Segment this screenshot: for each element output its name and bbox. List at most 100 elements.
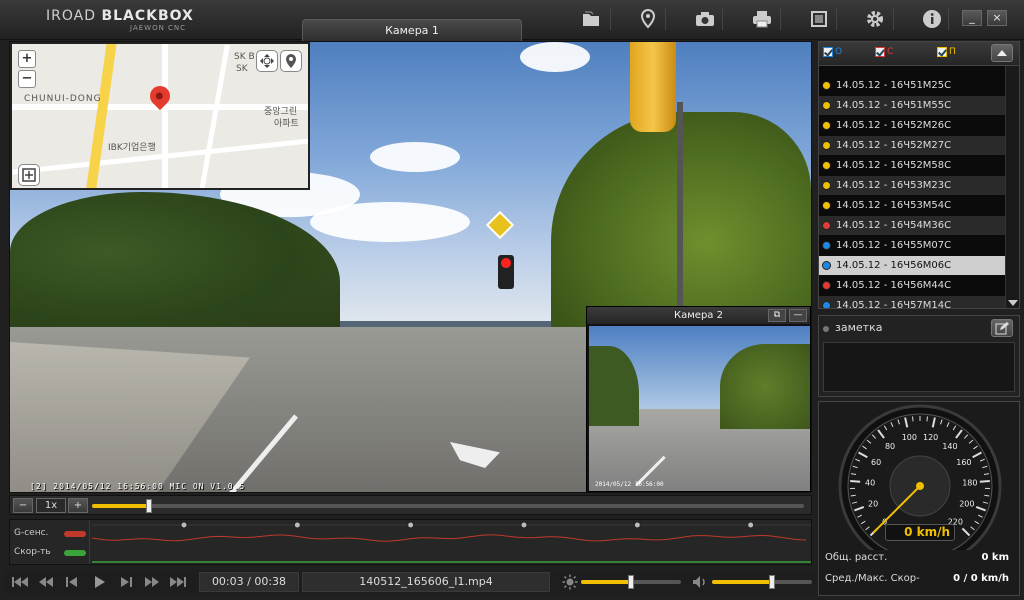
file-type-dot-icon xyxy=(822,181,831,190)
rewind-fast-icon[interactable] xyxy=(36,573,56,591)
video-cloud xyxy=(310,202,470,242)
gauge-tick-label: 140 xyxy=(942,442,957,451)
settings-icon[interactable] xyxy=(864,8,886,30)
graph-event-marker[interactable] xyxy=(293,521,301,529)
total-distance-value: 0 km xyxy=(981,552,1009,563)
brightness-icon xyxy=(560,573,580,591)
seek-slider-thumb[interactable] xyxy=(145,499,152,513)
forward-fast-icon[interactable] xyxy=(142,573,162,591)
gauge-tick-label: 120 xyxy=(923,433,938,442)
seek-slider[interactable] xyxy=(92,499,804,513)
brightness-slider-thumb[interactable] xyxy=(628,575,634,589)
filter-normal[interactable]: O xyxy=(823,47,842,57)
file-type-dot-icon xyxy=(822,281,831,290)
file-list-item[interactable]: 14.05.12 - 16Ч52M27C xyxy=(819,136,1005,155)
graph-event-marker[interactable] xyxy=(520,521,528,529)
file-list-item[interactable]: 14.05.12 - 16Ч51M25C xyxy=(819,76,1005,95)
playback-speed-label: 1x xyxy=(36,498,66,513)
file-list-item[interactable]: 14.05.12 - 16Ч56M44C xyxy=(819,276,1005,295)
speed-readout: 0 km/h xyxy=(885,524,955,541)
map-street xyxy=(162,44,168,188)
file-type-dot-icon xyxy=(822,101,831,110)
close-button[interactable]: × xyxy=(987,10,1007,26)
file-list-item[interactable]: 14.05.12 - 16Ч55M07C xyxy=(819,236,1005,255)
avg-max-speed-row: Сред./Макс. Скор- 0 / 0 km/h xyxy=(825,573,1015,584)
map-zoom-out-button[interactable]: − xyxy=(18,70,36,88)
total-distance-label: Общ. расст. xyxy=(825,552,888,563)
needle-hub xyxy=(916,482,924,490)
folder-icon[interactable] xyxy=(580,8,602,30)
fullscreen-icon[interactable] xyxy=(808,8,830,30)
file-list[interactable]: 14.05.12 - 16Ч51M25C 14.05.12 - 16Ч51M55C… xyxy=(819,76,1005,308)
graph-plot[interactable] xyxy=(92,520,811,564)
file-list-item-label: 14.05.12 - 16Ч52M27C xyxy=(836,140,952,151)
graph-event-marker[interactable] xyxy=(180,521,188,529)
filter-event-checkbox[interactable] xyxy=(875,47,885,57)
file-type-dot-icon xyxy=(822,121,831,130)
minimize-button[interactable]: _ xyxy=(962,10,982,26)
filter-normal-checkbox[interactable] xyxy=(823,47,833,57)
app-window: IROAD BLACKBOX JAEWON CNC Камера 1 _ × [… xyxy=(0,0,1024,600)
speed-increase-button[interactable]: + xyxy=(68,498,88,513)
file-list-item-label: 14.05.12 - 16Ч51M55C xyxy=(836,100,952,111)
volume-slider-thumb[interactable] xyxy=(769,575,775,589)
video-cloud xyxy=(370,142,460,172)
file-list-item[interactable]: 14.05.12 - 16Ч57M14C xyxy=(819,296,1005,308)
map-zoom-in-button[interactable]: + xyxy=(18,50,36,68)
file-list-item[interactable]: 14.05.12 - 16Ч56M06C xyxy=(819,256,1005,275)
map-panel[interactable]: CHUNUI-DONG SK B SK IBK기업은행 중앙그린 아파트 + − xyxy=(10,42,310,190)
step-back-icon[interactable] xyxy=(62,573,82,591)
brightness-slider[interactable] xyxy=(581,575,681,589)
camera-2-minimize-button[interactable]: — xyxy=(789,309,807,322)
step-forward-icon[interactable] xyxy=(116,573,136,591)
file-list-scrollbar[interactable] xyxy=(1005,66,1019,308)
graph-event-marker[interactable] xyxy=(747,521,755,529)
map-label-bank: IBK기업은행 xyxy=(108,143,156,153)
note-textarea[interactable] xyxy=(823,342,1015,392)
info-icon[interactable] xyxy=(921,8,943,30)
collapse-list-button[interactable] xyxy=(991,44,1013,62)
volume-slider[interactable] xyxy=(712,575,812,589)
file-list-item-label: 14.05.12 - 16Ч52M26C xyxy=(836,120,952,131)
toolbar-divider xyxy=(665,8,666,30)
filter-parking-checkbox[interactable] xyxy=(937,47,947,57)
volume-fill xyxy=(712,580,772,584)
volume-icon[interactable] xyxy=(690,573,710,591)
toolbar-divider xyxy=(836,8,837,30)
skip-start-icon[interactable] xyxy=(10,573,30,591)
map-pin-icon[interactable] xyxy=(637,8,659,30)
map-locate-button[interactable] xyxy=(280,50,302,72)
file-list-item[interactable]: 14.05.12 - 16Ч54M36C xyxy=(819,216,1005,235)
gauge-tick-label: 160 xyxy=(956,458,971,467)
file-list-item[interactable]: 14.05.12 - 16Ч51M55C xyxy=(819,96,1005,115)
map-pan-button[interactable] xyxy=(256,50,278,72)
file-list-item[interactable]: 14.05.12 - 16Ч53M23C xyxy=(819,176,1005,195)
camera-2-video[interactable]: 2014/05/12 16:56:00 xyxy=(589,326,810,491)
expand-icon xyxy=(22,168,36,182)
edit-pencil-icon xyxy=(995,322,1009,335)
graph-event-marker[interactable] xyxy=(407,521,415,529)
filter-event[interactable]: C xyxy=(875,47,893,57)
file-type-dot-icon xyxy=(822,81,831,90)
filter-parking[interactable]: П xyxy=(937,47,956,57)
scroll-down-arrow-icon[interactable] xyxy=(1008,300,1018,306)
file-list-item-label: 14.05.12 - 16Ч51M25C xyxy=(836,80,952,91)
camera-2-restore-button[interactable]: ⧉ xyxy=(768,309,786,322)
sensor-graph[interactable]: G-сенс. Скор-ть xyxy=(9,519,812,565)
skip-end-icon[interactable] xyxy=(168,573,188,591)
file-list-item[interactable]: 14.05.12 - 16Ч53M54C xyxy=(819,196,1005,215)
camera-2-panel[interactable]: Камера 2 ⧉ — 2014/05/12 16:56:00 xyxy=(586,306,811,492)
file-list-item[interactable]: 14.05.12 - 16Ч52M26C xyxy=(819,116,1005,135)
map-expand-button[interactable] xyxy=(18,164,40,186)
file-list-item[interactable]: 14.05.12 - 16Ч52M58C xyxy=(819,156,1005,175)
print-icon[interactable] xyxy=(751,8,773,30)
note-edit-button[interactable] xyxy=(991,319,1013,337)
file-name-display: 140512_165606_I1.mp4 xyxy=(302,572,550,592)
speed-decrease-button[interactable]: − xyxy=(13,498,33,513)
file-type-dot-icon xyxy=(822,241,831,250)
tab-camera-1[interactable]: Камера 1 xyxy=(302,19,522,41)
play-icon[interactable] xyxy=(90,573,110,591)
camera-icon[interactable] xyxy=(694,8,716,30)
graph-event-marker[interactable] xyxy=(633,521,641,529)
legend-speed-label: Скор-ть xyxy=(14,547,51,557)
